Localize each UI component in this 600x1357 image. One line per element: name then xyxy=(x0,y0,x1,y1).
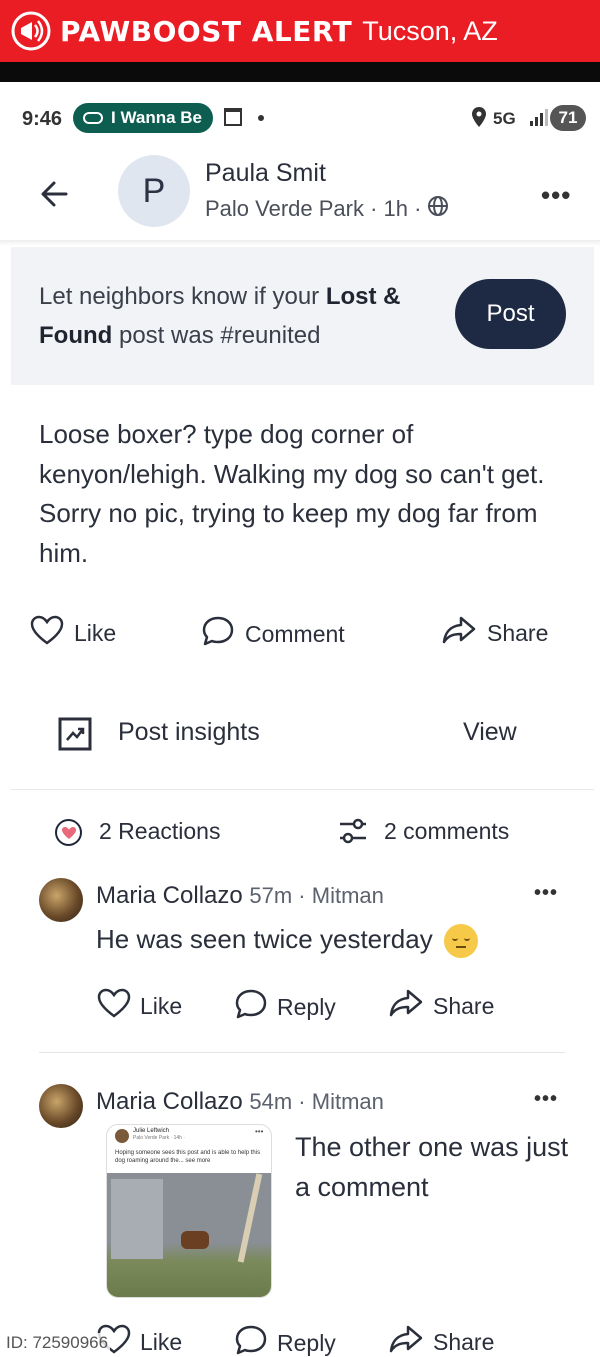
share-arrow-icon xyxy=(388,1324,424,1357)
alert-megaphone-icon xyxy=(8,8,54,54)
commenter-name[interactable]: Maria Collazo 54m · Mitman xyxy=(96,1088,384,1116)
pole-shape xyxy=(237,1173,263,1263)
share-arrow-icon xyxy=(441,615,477,651)
banner-location: Tucson, AZ xyxy=(362,15,498,46)
comment-divider xyxy=(39,1052,565,1053)
speech-bubble-icon xyxy=(234,1324,268,1357)
insights-chart-icon xyxy=(58,717,92,756)
globe-icon xyxy=(427,195,449,223)
insights-view-link[interactable]: View xyxy=(463,718,517,747)
share-button[interactable]: Share xyxy=(441,615,548,651)
comment-share-label: Share xyxy=(433,992,495,1019)
comment-share-button[interactable]: Share xyxy=(388,1324,494,1357)
status-bar: 9:46 I Wanna Be 5G 71 xyxy=(0,98,600,140)
comment-like-label: Like xyxy=(140,1328,183,1355)
commenter-avatar[interactable] xyxy=(39,878,83,922)
comment-like-label: Like xyxy=(140,992,183,1019)
battery-level: 71 xyxy=(550,105,586,131)
comment-text: He was seen twice yesterday xyxy=(96,924,478,959)
comment-image-thumbnail[interactable]: Julie Leftwich Palo Verde Park · 14h · •… xyxy=(106,1124,272,1298)
comment-button[interactable]: Comment xyxy=(201,615,345,653)
comment-item: Maria Collazo 57m · Mitman ••• He was se… xyxy=(0,876,600,1046)
reunited-post-button[interactable]: Post xyxy=(455,279,566,349)
dog-photo xyxy=(107,1173,271,1297)
share-label: Share xyxy=(487,619,549,646)
status-time: 9:46 xyxy=(22,107,63,130)
heart-icon xyxy=(30,615,64,651)
comment-like-button[interactable]: Like xyxy=(97,988,182,1024)
share-arrow-icon xyxy=(388,988,424,1024)
pensive-face-emoji-icon xyxy=(443,924,478,959)
comment-reply-button[interactable]: Reply xyxy=(234,988,336,1026)
thumbnail-caption: Hoping someone sees this post and is abl… xyxy=(115,1150,261,1164)
thumbnail-avatar xyxy=(115,1129,129,1143)
notification-dot-icon xyxy=(258,115,264,121)
speech-bubble-icon xyxy=(201,615,235,653)
pawboost-alert-banner: PAWBOOST ALERT Tucson, AZ xyxy=(0,0,600,62)
comment-reply-button[interactable]: Reply xyxy=(234,1324,336,1357)
commenter-name[interactable]: Maria Collazo 57m · Mitman xyxy=(96,882,384,910)
commenter-avatar[interactable] xyxy=(39,1084,83,1128)
thumbnail-more-icon: ••• xyxy=(255,1127,264,1136)
media-pill[interactable]: I Wanna Be xyxy=(73,103,213,133)
comment-meta: 54m · Mitman xyxy=(249,1089,384,1114)
media-icon xyxy=(83,112,103,124)
reunited-prompt-text: Let neighbors know if your Lost & Found … xyxy=(39,283,401,349)
media-pill-label: I Wanna Be xyxy=(111,108,202,127)
comment-more-icon[interactable]: ••• xyxy=(534,1088,558,1111)
like-label: Like xyxy=(74,619,117,646)
comment-label: Comment xyxy=(245,620,345,647)
reactions-count[interactable]: 2 Reactions xyxy=(99,818,220,845)
calendar-icon xyxy=(224,108,242,126)
heart-icon xyxy=(97,988,131,1024)
speech-bubble-icon xyxy=(234,988,268,1026)
signal-icon xyxy=(530,108,548,126)
dog-shape xyxy=(181,1231,209,1249)
insights-label: Post insights xyxy=(118,718,260,746)
comment-item: Maria Collazo 54m · Mitman ••• Like Repl… xyxy=(0,1082,600,1357)
black-divider-bar xyxy=(0,62,600,82)
location-pin-icon xyxy=(472,107,486,132)
back-arrow-icon[interactable] xyxy=(36,174,76,214)
comment-more-icon[interactable]: ••• xyxy=(534,882,558,905)
comment-reply-label: Reply xyxy=(277,993,336,1020)
post-meta-text: Palo Verde Park · 1h · xyxy=(205,196,422,221)
divider xyxy=(11,789,594,790)
comments-count[interactable]: 2 comments xyxy=(384,818,509,845)
like-button[interactable]: Like xyxy=(30,615,116,651)
comment-meta: 57m · Mitman xyxy=(249,883,384,908)
reunited-prompt-card: Let neighbors know if your Lost & Found … xyxy=(11,247,594,385)
building-shape xyxy=(111,1179,163,1259)
post-header: P Paula Smit Palo Verde Park · 1h · ••• xyxy=(0,150,600,240)
comment-share-button[interactable]: Share xyxy=(388,988,494,1024)
post-actions: Like Comment Share xyxy=(0,607,600,653)
heart-reaction-icon xyxy=(55,819,82,846)
comment-reply-label: Reply xyxy=(277,1329,336,1356)
footer-id: ID: 72590966 xyxy=(4,1333,111,1353)
reactions-row: 2 Reactions 2 comments xyxy=(0,810,600,854)
more-options-icon[interactable]: ••• xyxy=(541,180,571,211)
comment-share-label: Share xyxy=(433,1328,495,1355)
sort-filter-icon[interactable] xyxy=(337,816,369,851)
thumbnail-author: Julie Leftwich xyxy=(133,1128,170,1134)
post-meta: Palo Verde Park · 1h · xyxy=(205,195,449,223)
author-name[interactable]: Paula Smit xyxy=(205,159,326,188)
thumbnail-meta: Palo Verde Park · 14h · xyxy=(133,1135,185,1141)
author-avatar[interactable]: P xyxy=(118,155,190,227)
network-label: 5G xyxy=(493,109,516,128)
header-divider xyxy=(0,240,600,246)
banner-brand: PAWBOOST ALERT xyxy=(60,14,353,48)
post-body: Loose boxer? type dog corner of kenyon/l… xyxy=(39,419,545,568)
post-insights-row[interactable]: Post insights View xyxy=(0,710,600,756)
comment-text: The other one was just a comment xyxy=(295,1132,569,1202)
